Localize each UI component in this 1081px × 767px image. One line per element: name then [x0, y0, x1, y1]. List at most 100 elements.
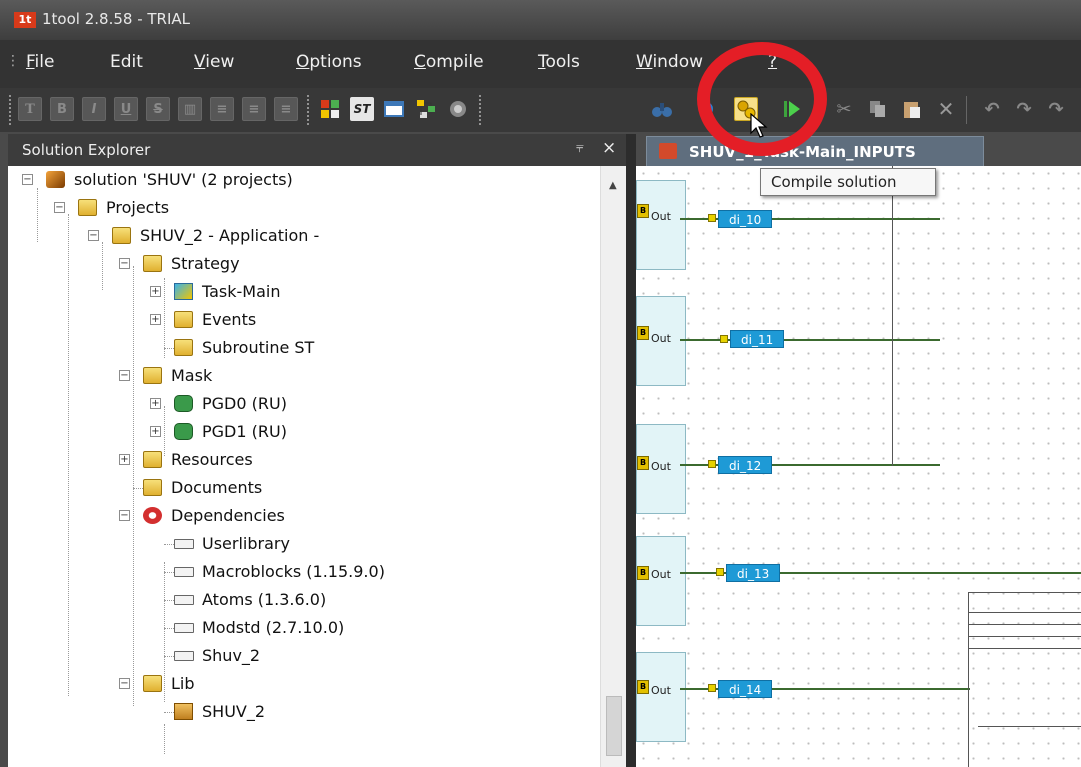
scroll-up-icon[interactable]: ▲ — [609, 180, 617, 191]
digital-input-icon: B — [637, 204, 649, 218]
paste-icon[interactable] — [900, 97, 924, 121]
menu-bar: ⋮ File Edit View Options Compile Tools W… — [0, 40, 1081, 88]
menu-compile[interactable]: Compile — [414, 52, 484, 72]
align-left-button[interactable]: ≡ — [210, 97, 234, 121]
block-out-label: Out — [651, 210, 671, 223]
reference-icon — [174, 595, 194, 605]
pin-icon[interactable]: ⫧ — [576, 140, 584, 156]
toolbar-grip[interactable] — [478, 94, 482, 126]
variable-di-10[interactable]: di_10 — [718, 210, 773, 228]
menu-window[interactable]: Window — [636, 52, 703, 72]
add-task-icon[interactable] — [318, 97, 342, 121]
italic-button[interactable]: I — [82, 97, 106, 121]
folder-icon — [143, 367, 162, 384]
block-out-label: Out — [651, 332, 671, 345]
columns-button[interactable]: ▥ — [178, 97, 202, 121]
expand-icon[interactable]: + — [150, 314, 161, 325]
collapse-icon[interactable]: − — [119, 678, 130, 689]
redo-icon[interactable]: ↷ — [1012, 97, 1036, 121]
align-center-button[interactable]: ≡ — [242, 97, 266, 121]
close-icon[interactable]: × — [602, 138, 616, 158]
variable-di-13[interactable]: di_13 — [726, 564, 781, 582]
collapse-icon[interactable]: − — [22, 174, 33, 185]
strategy-canvas[interactable]: B Out di_10 B Out di_11 B Out di_12 B Ou… — [636, 166, 1081, 767]
delete-icon[interactable]: ✕ — [934, 97, 958, 121]
input-block[interactable] — [636, 180, 686, 270]
binoculars-icon[interactable] — [650, 97, 674, 121]
input-block[interactable] — [636, 536, 686, 626]
cut-icon[interactable]: ✂ — [832, 97, 856, 121]
menu-view[interactable]: View — [194, 52, 234, 72]
toolbar-grip[interactable] — [8, 94, 12, 126]
connector-terminal — [716, 568, 724, 576]
target-icon[interactable] — [446, 97, 470, 121]
bold-button[interactable]: B — [50, 97, 74, 121]
menu-file[interactable]: File — [26, 52, 54, 72]
bus-line — [892, 166, 893, 466]
variable-di-12[interactable]: di_12 — [718, 456, 773, 474]
scrollbar-thumb[interactable] — [606, 696, 622, 756]
menu-edit[interactable]: Edit — [110, 52, 143, 72]
bus-line — [968, 636, 1081, 637]
hierarchy-icon[interactable] — [414, 97, 438, 121]
digital-input-icon: B — [637, 456, 649, 470]
copy-icon[interactable] — [866, 97, 890, 121]
bus-line — [968, 612, 1081, 613]
reference-icon — [174, 567, 194, 577]
collapse-icon[interactable]: − — [54, 202, 65, 213]
solution-icon — [46, 171, 65, 188]
folder-icon — [174, 311, 193, 328]
solution-explorer-panel: Solution Explorer ⫧ × − solution 'SHUV' … — [8, 134, 626, 767]
strikethrough-button[interactable]: S — [146, 97, 170, 121]
variable-di-14[interactable]: di_14 — [718, 680, 773, 698]
bus-line — [978, 726, 1081, 727]
library-icon — [174, 703, 193, 720]
expand-icon[interactable]: + — [150, 398, 161, 409]
block-out-label: Out — [651, 568, 671, 581]
tab-task-main-inputs[interactable]: SHUV_1_Task-Main_INPUTS — [646, 136, 984, 166]
input-block[interactable] — [636, 652, 686, 742]
collapse-icon[interactable]: − — [119, 258, 130, 269]
block-out-label: Out — [651, 460, 671, 473]
toolbar-separator — [966, 96, 967, 124]
strategy-icon — [659, 143, 677, 159]
mouse-cursor-icon — [750, 112, 770, 143]
collapse-icon[interactable]: − — [119, 370, 130, 381]
collapse-icon[interactable]: − — [119, 510, 130, 521]
variable-di-11[interactable]: di_11 — [730, 330, 785, 348]
redo-more-icon[interactable]: ↷ — [1044, 97, 1068, 121]
toolbar-grip[interactable] — [306, 94, 310, 126]
explorer-scrollbar[interactable]: ▲ — [600, 166, 626, 767]
align-right-button[interactable]: ≡ — [274, 97, 298, 121]
undo-icon[interactable]: ↶ — [980, 97, 1004, 121]
bus-line — [968, 648, 1081, 649]
window-icon[interactable] — [382, 97, 406, 121]
solution-tree: − solution 'SHUV' (2 projects) − Project… — [8, 166, 600, 767]
app-logo-icon: 1t — [14, 12, 36, 28]
folder-icon — [143, 675, 162, 692]
solution-explorer-header: Solution Explorer ⫧ × — [8, 134, 626, 166]
connector-terminal — [708, 460, 716, 468]
digital-input-icon: B — [637, 326, 649, 340]
expand-icon[interactable]: + — [150, 426, 161, 437]
st-editor-icon[interactable]: ST — [350, 97, 374, 121]
window-title: 1tool 2.8.58 - TRIAL — [42, 10, 191, 28]
panel-splitter[interactable] — [626, 134, 636, 767]
block-out-label: Out — [651, 684, 671, 697]
expand-icon[interactable]: + — [119, 454, 130, 465]
bus-line — [968, 592, 969, 767]
collapse-icon[interactable]: − — [88, 230, 99, 241]
display-icon — [174, 423, 193, 440]
bus-line — [968, 624, 1081, 625]
underline-button[interactable]: U — [114, 97, 138, 121]
connector-terminal — [708, 684, 716, 692]
menu-tools[interactable]: Tools — [538, 52, 580, 72]
expand-icon[interactable]: + — [150, 286, 161, 297]
text-button[interactable]: T — [18, 97, 42, 121]
compile-solution-tooltip: Compile solution — [760, 168, 936, 196]
digital-input-icon: B — [637, 680, 649, 694]
solution-explorer-title: Solution Explorer — [22, 141, 151, 159]
menu-options[interactable]: Options — [296, 52, 362, 72]
display-icon — [174, 395, 193, 412]
reference-icon — [174, 651, 194, 661]
